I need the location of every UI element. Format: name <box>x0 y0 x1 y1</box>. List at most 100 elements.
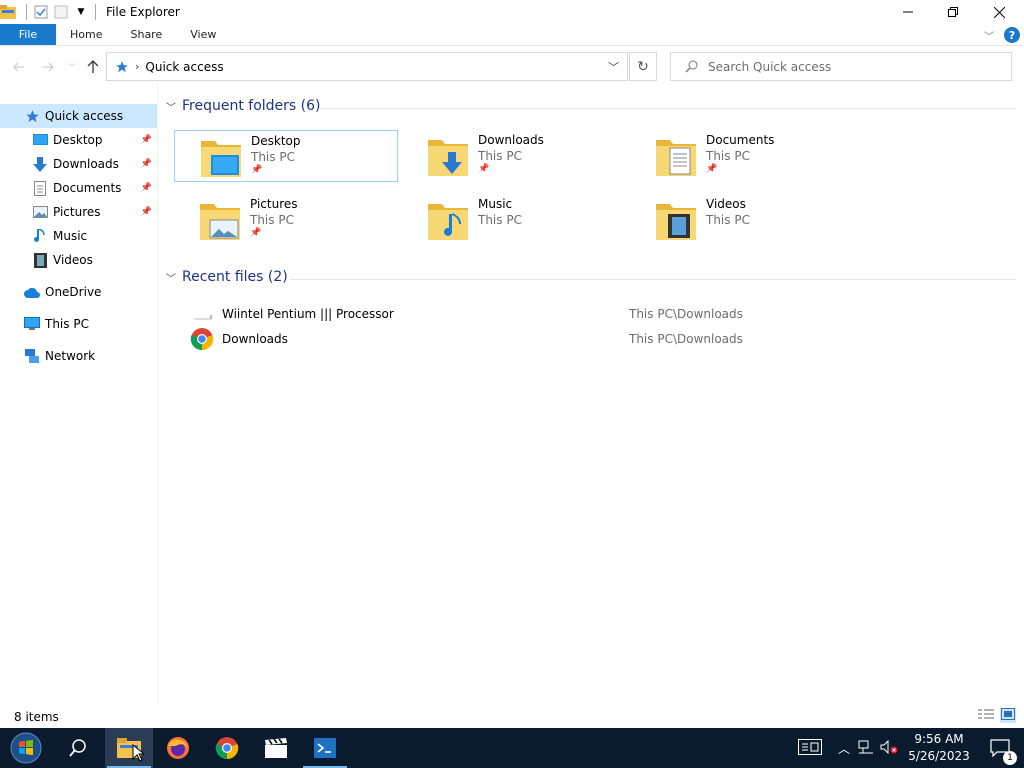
pin-icon: 📌 <box>140 207 152 217</box>
firefox-taskbar-button[interactable] <box>154 728 202 768</box>
search-taskbar-button[interactable] <box>54 728 102 768</box>
breadcrumb-chevron-icon: › <box>135 60 140 73</box>
breadcrumb-quick-access[interactable]: Quick access <box>145 60 223 74</box>
recent-files-header[interactable]: ﹀ Recent files (2) <box>166 269 288 285</box>
tab-file[interactable]: File <box>0 24 56 45</box>
refresh-icon: ↻ <box>637 58 649 75</box>
restore-icon <box>948 7 958 17</box>
file-explorer-taskbar-button[interactable] <box>105 728 153 768</box>
input-indicator-icon[interactable] <box>798 738 822 758</box>
sidebar-item-downloads[interactable]: Downloads 📌 <box>0 152 157 176</box>
music-note-icon <box>32 228 48 244</box>
restore-button[interactable] <box>930 0 976 24</box>
sidebar-item-label: Desktop <box>53 133 103 147</box>
frequent-folders-header[interactable]: ﹀ Frequent folders (6) <box>166 98 321 114</box>
close-icon <box>993 6 1005 18</box>
start-button[interactable] <box>2 728 50 768</box>
folder-tile-documents[interactable]: Documents This PC 📌 <box>630 130 854 182</box>
terminal-taskbar-button[interactable] <box>301 728 349 768</box>
folder-name: Desktop <box>251 134 301 148</box>
star-icon <box>24 108 40 124</box>
back-button[interactable] <box>9 58 29 76</box>
recent-file-row[interactable]: Downloads This PC\Downloads <box>190 327 1020 351</box>
navigation-pane: Quick access Desktop 📌 Downloads 📌 Docum… <box>0 104 157 704</box>
folder-tile-pictures[interactable]: Pictures This PC 📌 <box>174 194 398 246</box>
minimize-button[interactable] <box>885 0 931 24</box>
tab-share[interactable]: Share <box>116 24 176 45</box>
sidebar-item-desktop[interactable]: Desktop 📌 <box>0 128 157 152</box>
blank-file-icon <box>190 305 214 323</box>
up-button[interactable] <box>83 58 103 76</box>
folder-location: This PC <box>706 213 750 227</box>
sidebar-item-videos[interactable]: Videos <box>0 248 157 272</box>
group-divider <box>290 279 1016 280</box>
pin-icon: 📌 <box>250 228 262 238</box>
sidebar-item-music[interactable]: Music <box>0 224 157 248</box>
folder-name: Pictures <box>250 197 298 211</box>
pin-icon: 📌 <box>478 164 490 174</box>
recent-file-row[interactable]: Wiintel Pentium ||| Processor This PC\Do… <box>190 302 1020 326</box>
title-separator <box>95 4 96 20</box>
folder-tile-music[interactable]: Music This PC <box>402 194 626 246</box>
action-center-button[interactable]: 1 <box>976 728 1024 768</box>
star-icon <box>116 60 128 72</box>
media-app-taskbar-button[interactable] <box>252 728 300 768</box>
forward-button[interactable] <box>38 58 58 76</box>
chrome-taskbar-button[interactable] <box>203 728 251 768</box>
file-explorer-window: ▼ File Explorer File Home Share View ﹀ ?… <box>0 0 1024 728</box>
terminal-icon <box>314 738 336 758</box>
recent-locations-button[interactable]: ﹀ <box>62 58 82 76</box>
sidebar-item-documents[interactable]: Documents 📌 <box>0 176 157 200</box>
folder-tile-desktop[interactable]: Desktop This PC 📌 <box>174 130 398 182</box>
show-hidden-icons-chevron-icon[interactable]: ︿ <box>838 740 850 757</box>
sidebar-item-quick-access[interactable]: Quick access <box>0 104 157 128</box>
up-arrow-icon <box>87 60 99 73</box>
sidebar-item-label: Videos <box>53 253 93 267</box>
pin-icon: 📌 <box>140 135 152 145</box>
folder-location: This PC <box>251 150 295 164</box>
sidebar-item-label: Documents <box>53 181 122 195</box>
network-status-icon[interactable] <box>858 740 874 757</box>
pin-icon: 📌 <box>706 164 718 174</box>
properties-icon[interactable] <box>33 4 49 20</box>
downloads-folder-icon <box>426 134 472 180</box>
volume-muted-icon[interactable] <box>880 739 898 757</box>
firefox-icon <box>167 737 189 759</box>
address-dropdown-icon[interactable]: ﹀ <box>608 59 619 75</box>
recent-files-heading: Recent files (2) <box>182 269 288 285</box>
toolbar-separator <box>26 4 27 20</box>
folder-tile-videos[interactable]: Videos This PC <box>630 194 854 246</box>
tab-home[interactable]: Home <box>56 24 116 45</box>
large-icons-view-icon[interactable] <box>1000 708 1016 723</box>
details-view-icon[interactable] <box>978 708 994 723</box>
clock-date: 5/26/2023 <box>908 749 970 763</box>
music-folder-icon <box>426 198 472 244</box>
refresh-button[interactable]: ↻ <box>629 52 657 81</box>
videos-folder-icon <box>654 198 700 244</box>
search-box[interactable] <box>670 52 1012 81</box>
frequent-folders-heading: Frequent folders (6) <box>182 98 321 114</box>
expand-ribbon-chevron-icon[interactable]: ﹀ <box>984 28 994 43</box>
sidebar-item-this-pc[interactable]: This PC <box>0 312 157 336</box>
pane-divider[interactable] <box>157 84 158 704</box>
clock[interactable]: 9:56 AM 5/26/2023 <box>906 731 972 765</box>
address-bar[interactable]: › Quick access ﹀ <box>106 52 628 81</box>
search-input[interactable] <box>708 59 998 74</box>
tab-view[interactable]: View <box>176 24 230 45</box>
folder-tile-downloads[interactable]: Downloads This PC 📌 <box>402 130 626 182</box>
title-bar: ▼ File Explorer <box>0 0 1024 24</box>
folder-name: Downloads <box>478 133 544 147</box>
film-icon <box>32 252 48 268</box>
back-arrow-icon <box>13 62 24 72</box>
ribbon-tabs: File Home Share View ﹀ ? <box>0 24 1024 46</box>
recent-file-path: This PC\Downloads <box>629 307 743 321</box>
help-button[interactable]: ? <box>1004 27 1020 43</box>
new-folder-icon[interactable] <box>53 4 69 20</box>
sidebar-item-network[interactable]: Network <box>0 344 157 368</box>
folder-name: Videos <box>706 197 746 211</box>
sidebar-item-pictures[interactable]: Pictures 📌 <box>0 200 157 224</box>
explorer-app-icon[interactable] <box>0 4 16 20</box>
sidebar-item-onedrive[interactable]: OneDrive <box>0 280 157 304</box>
close-button[interactable] <box>976 0 1022 24</box>
customize-toolbar-chevron-icon[interactable]: ▼ <box>73 4 89 20</box>
